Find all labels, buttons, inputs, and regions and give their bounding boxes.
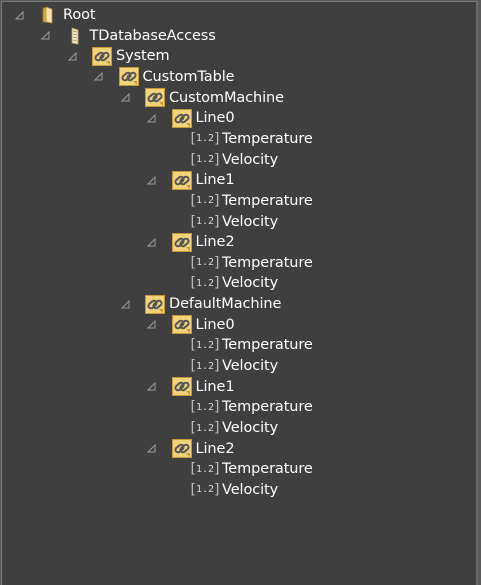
tree-node-label: DefaultMachine: [169, 296, 282, 313]
tree-view[interactable]: Root TDatabaseAccess System CustomTable Cust…: [1, 1, 478, 585]
tree-node-variable[interactable]: [1.2] Velocity: [2, 273, 472, 293]
numeric-variable-icon-text: 1.2: [195, 422, 215, 434]
tree-node-label: Temperature: [222, 399, 313, 416]
tree-node-system[interactable]: System: [2, 46, 472, 66]
numeric-variable-icon-text: 1.2: [195, 484, 215, 496]
numeric-variable-icon-text: 1.2: [195, 216, 215, 227]
tree-node-label: Temperature: [222, 130, 313, 147]
tree-node-label: CustomMachine: [169, 89, 284, 106]
numeric-variable-icon-text: 1.2: [195, 401, 215, 413]
tree-node-variable[interactable]: [1.2] Velocity: [2, 418, 472, 438]
numeric-variable-icon-text: 1.2: [195, 133, 215, 145]
tree-node-variable[interactable]: [1.2] Temperature: [2, 253, 472, 273]
tree-node-variable[interactable]: [1.2] Temperature: [2, 459, 472, 479]
numeric-variable-icon: [1.2]: [190, 399, 220, 416]
link-object-icon: [171, 439, 193, 459]
tree-node-variable[interactable]: [1.2] Velocity: [2, 480, 472, 500]
tree-node-variable[interactable]: [1.2] Temperature: [2, 191, 472, 211]
tree-node-label: Line1: [195, 172, 235, 189]
link-object-icon: [118, 67, 140, 87]
tree-node-label: Temperature: [222, 192, 313, 209]
collapse-toggle-icon[interactable]: [14, 10, 24, 20]
tree-node-label: Velocity: [222, 420, 279, 436]
link-object-icon: [91, 46, 113, 66]
collapse-toggle-icon[interactable]: [147, 113, 157, 123]
folder-open-icon: [38, 5, 60, 25]
tree-node-label: Temperature: [222, 337, 313, 354]
tree-node-label: Line1: [195, 378, 235, 395]
tree-node-label: Line0: [195, 110, 235, 127]
tree-node-label: Root: [63, 7, 96, 23]
tree-node-label: CustomTable: [142, 68, 235, 85]
tree-node-label: Velocity: [222, 275, 279, 292]
tree-node-label: Velocity: [222, 358, 279, 375]
tree-node-label: Temperature: [222, 254, 313, 271]
tree-node-line[interactable]: Line0: [2, 108, 472, 128]
tree-node-line[interactable]: Line2: [2, 232, 472, 252]
numeric-variable-icon: [1.2]: [190, 130, 220, 147]
tree-node-line[interactable]: Line1: [2, 170, 472, 190]
numeric-variable-icon: [1.2]: [190, 481, 220, 498]
tree-node-machine[interactable]: DefaultMachine: [2, 294, 472, 314]
link-object-icon: [171, 377, 193, 397]
tree-node-root[interactable]: Root: [2, 5, 472, 25]
numeric-variable-icon: [1.2]: [190, 461, 220, 478]
tree-node-variable[interactable]: [1.2] Temperature: [2, 335, 472, 355]
link-object-icon: [171, 170, 193, 190]
tree-node-line[interactable]: Line0: [2, 315, 472, 335]
tree-node-database[interactable]: TDatabaseAccess: [2, 26, 472, 46]
numeric-variable-icon-text: 1.2: [195, 360, 215, 372]
numeric-variable-icon: [1.2]: [190, 192, 220, 209]
tree-node-line[interactable]: Line1: [2, 377, 472, 397]
numeric-variable-icon: [1.2]: [190, 151, 220, 168]
database-icon: [65, 26, 87, 46]
collapse-toggle-icon[interactable]: [94, 72, 104, 82]
link-object-icon: [144, 88, 166, 108]
tree-node-label: TDatabaseAccess: [89, 27, 216, 44]
tree-node-variable[interactable]: [1.2] Temperature: [2, 129, 472, 149]
numeric-variable-icon-text: 1.2: [195, 463, 215, 475]
numeric-variable-icon: [1.2]: [190, 254, 220, 271]
tree-node-label: Line2: [195, 440, 235, 457]
link-object-icon: [144, 294, 166, 314]
numeric-variable-icon-text: 1.2: [195, 195, 215, 207]
tree-node-label: Temperature: [222, 461, 313, 478]
tree-node-label: Line0: [195, 316, 235, 333]
tree-node-label: System: [116, 48, 170, 65]
collapse-toggle-icon[interactable]: [120, 299, 130, 309]
numeric-variable-icon: [1.2]: [190, 275, 220, 292]
tree-node-variable[interactable]: [1.2] Velocity: [2, 212, 472, 232]
tree-node-label: Velocity: [222, 481, 279, 498]
tree-node-variable[interactable]: [1.2] Temperature: [2, 397, 472, 417]
tree-node-label: Line2: [195, 234, 235, 251]
collapse-toggle-icon[interactable]: [120, 93, 130, 103]
collapse-toggle-icon[interactable]: [147, 382, 157, 392]
link-object-icon: [171, 315, 193, 335]
link-object-icon: [171, 108, 193, 128]
collapse-toggle-icon[interactable]: [147, 237, 157, 247]
numeric-variable-icon-text: 1.2: [195, 154, 215, 166]
numeric-variable-icon: [1.2]: [190, 337, 220, 354]
collapse-toggle-icon[interactable]: [147, 444, 157, 454]
tree-node-line[interactable]: Line2: [2, 439, 472, 459]
tree-node-variable[interactable]: [1.2] Velocity: [2, 356, 472, 376]
numeric-variable-icon-text: 1.2: [195, 257, 215, 269]
numeric-variable-icon: [1.2]: [190, 358, 220, 375]
tree-node-variable[interactable]: [1.2] Velocity: [2, 150, 472, 170]
numeric-variable-icon: [1.2]: [190, 213, 220, 230]
numeric-variable-icon-text: 1.2: [195, 277, 215, 289]
collapse-toggle-icon[interactable]: [147, 175, 157, 185]
collapse-toggle-icon[interactable]: [147, 320, 157, 330]
tree-node-label: Velocity: [222, 151, 279, 168]
numeric-variable-icon-text: 1.2: [195, 339, 215, 351]
link-object-icon: [171, 232, 193, 252]
tree-node-customtable[interactable]: CustomTable: [2, 67, 472, 87]
numeric-variable-icon: [1.2]: [190, 420, 220, 436]
tree-node-label: Velocity: [222, 213, 279, 230]
collapse-toggle-icon[interactable]: [67, 51, 77, 61]
tree-node-machine[interactable]: CustomMachine: [2, 88, 472, 108]
collapse-toggle-icon[interactable]: [41, 31, 51, 41]
